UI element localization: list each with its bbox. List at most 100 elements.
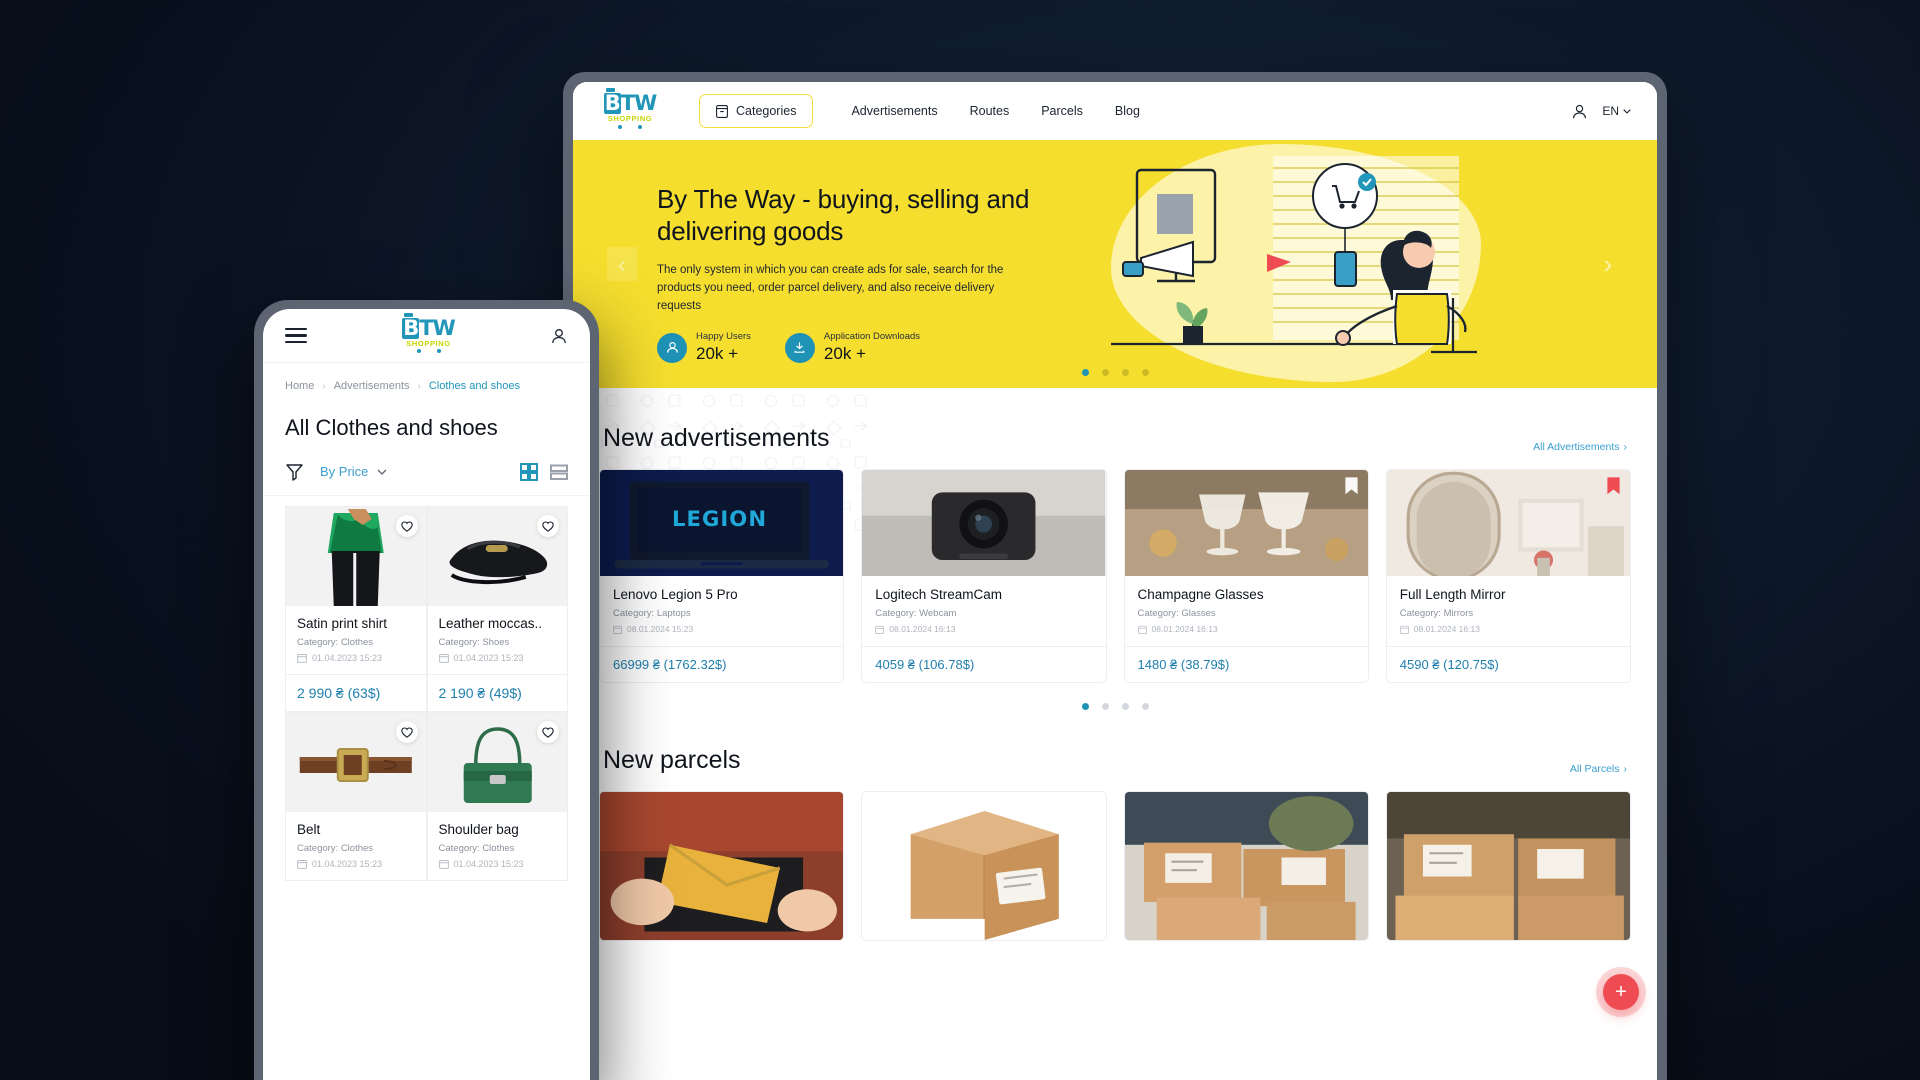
categories-button[interactable]: Categories [699,94,814,128]
heart-icon [400,727,413,738]
card-category: Category: Clothes [438,843,515,855]
language-selector[interactable]: EN [1602,104,1631,118]
chevron-down-icon[interactable] [377,469,387,475]
card-date-text: 01.04.2023 15:23 [312,859,383,870]
card-body: Belt Category: Clothes 01.04.2023 15:23 [286,812,426,880]
logo-wordmark: BBTWTW [603,88,657,115]
filter-icon[interactable] [285,462,304,481]
ads-dot-4[interactable] [1141,703,1149,710]
heart-icon [400,521,413,532]
card-date: 08.01.2024 16:13 [1137,624,1355,634]
page-title: All Clothes and shoes [285,415,498,440]
product-card[interactable]: Leather moccas.. Category: Shoes 01.04.2… [426,506,568,713]
grid-view-icon[interactable] [520,462,538,481]
breadcrumb-separator: › [322,380,326,392]
card-title: Lenovo Legion 5 Pro [613,587,738,602]
card-date: 08.01.2024 15:23 [613,624,830,634]
ads-dot-3[interactable] [1121,703,1129,710]
calendar-icon [297,654,307,664]
nav-link-blog[interactable]: Blog [1115,104,1140,118]
card-image [862,470,1106,576]
advertisements-carousel-dots [599,703,1631,710]
favorite-button[interactable] [537,515,559,538]
list-view-icon[interactable] [550,463,568,481]
favorite-button[interactable] [395,721,418,744]
card-image [1124,470,1368,576]
parcel-card[interactable] [861,791,1107,941]
card-image: LEGION [600,470,844,576]
sort-dropdown-label[interactable]: By Price [320,464,368,479]
favorite-button[interactable] [395,515,418,538]
hero-dot-1[interactable] [1081,369,1089,376]
product-card[interactable]: Belt Category: Clothes 01.04.2023 15:23 [285,712,427,882]
nav-link-advertisements[interactable]: Advertisements [851,104,937,118]
card-body: Lenovo Legion 5 Pro Category: Laptops 08… [600,576,843,646]
all-advertisements-link[interactable]: All Advertisements › [1533,441,1627,453]
card-body: Shoulder bag Category: Clothes 01.04.202… [428,812,568,880]
card-title: Shoulder bag [438,822,519,838]
all-parcels-link[interactable]: All Parcels › [1570,763,1627,775]
user-account-icon[interactable] [1571,103,1588,120]
all-parcels-label: All Parcels [1569,763,1620,775]
card-category: Category: Mirrors [1399,608,1474,619]
phone-screen: BTW SHOPPING Home › Advertisements › Clo… [263,309,590,1080]
card-title: Belt [297,822,321,838]
stat-label: Application Downloads [823,331,921,343]
hero-text-block: By The Way - buying, selling and deliver… [621,140,1121,388]
calendar-icon [1399,625,1409,634]
card-image [286,507,426,607]
breadcrumb-item-home[interactable]: Home [285,380,314,392]
logo-cart-wheels-icon [416,349,441,354]
card-title: Champagne Glasses [1137,587,1264,602]
product-card[interactable]: Satin print shirt Category: Clothes 01.0… [285,506,427,713]
card-date: 01.04.2023 15:23 [438,653,557,664]
breadcrumb-item-advertisements[interactable]: Advertisements [334,380,410,392]
card-body: Champagne Glasses Category: Glasses 08.0… [1125,576,1368,646]
heart-icon [542,521,554,532]
parcel-card[interactable] [1123,791,1369,941]
hero-stats: Happy Users 20k + Application Downloads … [657,331,1121,363]
svg-text:LEGION: LEGION [672,506,767,531]
nav-link-routes[interactable]: Routes [970,104,1010,118]
favorite-button[interactable] [537,721,559,744]
card-date-text: 08.01.2024 15:23 [627,624,694,634]
chevron-down-icon [1623,108,1631,114]
nav-link-parcels[interactable]: Parcels [1041,104,1083,118]
advertisement-card[interactable]: Logitech StreamCam Category: Webcam 08.0… [861,469,1107,683]
bookmark-icon-filled[interactable] [1607,477,1620,494]
logo-subtext: SHOPPING [607,114,653,124]
add-advertisement-fab[interactable]: + [1603,974,1639,1010]
brand-logo[interactable]: BTW SHOPPING [398,312,460,354]
advertisement-card[interactable]: Full Length Mirror Category: Mirrors 08.… [1385,469,1631,683]
hero-next-button[interactable]: › [1593,247,1623,281]
desktop-device-frame: BBTWTW SHOPPING Categories Advertisement… [563,72,1667,1080]
advertisement-card-list: LEGION Lenovo Legion 5 Pro Category: Lap… [599,469,1631,683]
hero-title: By The Way - buying, selling and deliver… [657,184,1030,246]
user-account-icon[interactable] [550,327,568,345]
heart-icon [542,727,554,738]
ads-dot-1[interactable] [1081,703,1089,710]
card-category: Category: Clothes [297,843,374,855]
card-date: 08.01.2024 16:13 [1399,624,1617,634]
brand-logo[interactable]: BBTWTW SHOPPING [599,88,661,129]
advertisement-card[interactable]: Champagne Glasses Category: Glasses 08.0… [1123,469,1369,683]
card-body: Full Length Mirror Category: Mirrors 08.… [1387,576,1630,646]
menu-hamburger-icon[interactable] [285,328,307,343]
card-date-text: 01.04.2023 15:23 [453,653,524,664]
parcel-card[interactable] [1385,791,1631,941]
parcel-card[interactable] [599,791,845,941]
ads-dot-2[interactable] [1101,703,1109,710]
hero-dot-3[interactable] [1121,369,1129,376]
filter-bar: By Price [263,442,590,497]
bookmark-icon[interactable] [1345,477,1358,494]
breadcrumb-item-current[interactable]: Clothes and shoes [429,380,520,392]
advertisement-card[interactable]: LEGION Lenovo Legion 5 Pro Category: Lap… [599,469,845,683]
product-card[interactable]: Shoulder bag Category: Clothes 01.04.202… [426,712,568,882]
product-grid: Satin print shirt Category: Clothes 01.0… [263,496,590,882]
hero-prev-button[interactable]: ‹ [607,247,637,281]
hero-dot-2[interactable] [1101,369,1109,376]
phone-device-frame: BTW SHOPPING Home › Advertisements › Clo… [254,300,599,1080]
hero-dot-4[interactable] [1141,369,1149,376]
stat-app-downloads: Application Downloads 20k + [784,331,921,363]
calendar-icon [875,625,885,634]
